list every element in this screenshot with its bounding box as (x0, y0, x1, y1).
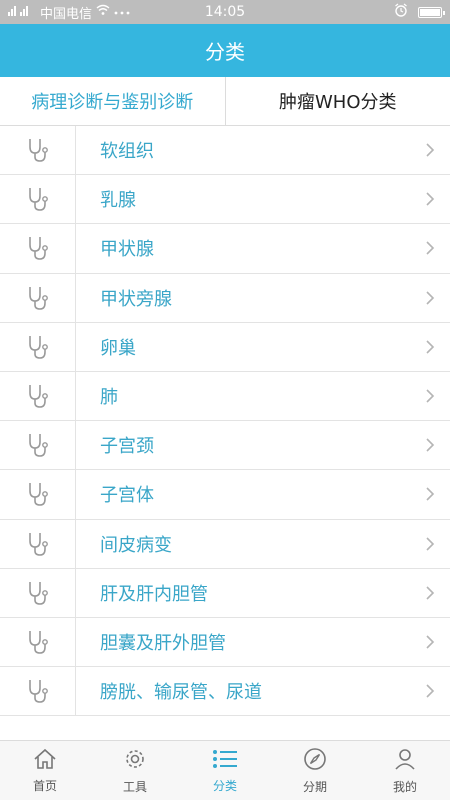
list-item[interactable]: 乳腺 (0, 175, 450, 225)
list-item-label: 子宫体 (100, 485, 154, 507)
list-item-label: 膀胱、输尿管、尿道 (100, 682, 262, 704)
list-item[interactable]: 膀胱、输尿管、尿道 (0, 667, 450, 717)
tab-pathology-diagnosis[interactable]: 病理诊断与鉴别诊断 (0, 77, 225, 125)
stethoscope-icon (0, 470, 76, 519)
stethoscope-icon (0, 519, 76, 568)
chevron-right-icon (410, 486, 450, 502)
list-item[interactable]: 肝及肝内胆管 (0, 568, 450, 618)
tab-label: 病理诊断与鉴别诊断 (31, 92, 194, 113)
status-left: 中国电信 (8, 3, 394, 22)
signal-icon (8, 4, 36, 20)
status-bar: 中国电信 14:05 (0, 0, 450, 24)
list-item[interactable]: 软组织 (0, 126, 450, 176)
list-item-label: 胆囊及肝外胆管 (100, 632, 226, 654)
list-item[interactable]: 甲状腺 (0, 224, 450, 274)
wifi-icon (96, 4, 110, 20)
nav-tools[interactable]: 工具 (90, 741, 180, 800)
stethoscope-icon (0, 322, 76, 371)
alarm-icon (394, 3, 408, 21)
compass-icon (303, 747, 327, 775)
chevron-right-icon (410, 585, 450, 601)
tab-label: 肿瘤WHO分类 (278, 92, 397, 113)
gear-icon (123, 747, 147, 775)
app-header: 分类 (0, 24, 450, 77)
stethoscope-icon (0, 126, 76, 175)
chevron-right-icon (410, 388, 450, 404)
chevron-right-icon (410, 191, 450, 207)
category-list[interactable]: 软组织乳腺甲状腺甲状旁腺卵巢肺子宫颈子宫体间皮病变肝及肝内胆管 胆囊及肝外胆管膀胱… (0, 126, 450, 740)
list-item-label: 肺 (100, 387, 118, 409)
chevron-right-icon (410, 536, 450, 552)
bottom-nav: 首页 工具 分类 分期 我的 (0, 740, 450, 800)
stethoscope-icon (0, 617, 76, 667)
list-item-label: 卵巢 (100, 337, 136, 359)
list-item-label: 子宫颈 (100, 436, 154, 458)
chevron-right-icon (410, 683, 450, 699)
chevron-right-icon (410, 634, 450, 650)
list-item-label: 软组织 (100, 141, 154, 163)
list-item-label: 间皮病变 (100, 534, 172, 556)
carrier-label: 中国电信 (40, 6, 93, 22)
nav-staging[interactable]: 分期 (270, 741, 360, 800)
stethoscope-icon (0, 568, 76, 617)
list-item[interactable]: 胆囊及肝外胆管 (0, 617, 450, 668)
stethoscope-icon (0, 224, 76, 273)
list-item[interactable]: 卵巢 (0, 322, 450, 372)
chevron-right-icon (410, 437, 450, 453)
nav-category[interactable]: 分类 (180, 741, 270, 800)
chevron-right-icon (410, 142, 450, 158)
list-item[interactable]: 间皮病变 (0, 519, 450, 569)
list-item[interactable]: 肺 (0, 371, 450, 422)
tab-who-classification[interactable]: 肿瘤WHO分类 (224, 77, 450, 125)
stethoscope-icon (0, 273, 76, 322)
stethoscope-icon (0, 421, 76, 470)
stethoscope-icon (0, 175, 76, 224)
list-item-label: 肝及肝内胆管 (100, 583, 208, 605)
category-tabs: 病理诊断与鉴别诊断 肿瘤WHO分类 (0, 77, 450, 126)
list-item-label: 甲状腺 (100, 239, 154, 261)
list-item[interactable]: 甲状旁腺 (0, 273, 450, 323)
nav-label: 我的 (392, 779, 417, 794)
chevron-right-icon (410, 240, 450, 256)
more-icon (114, 5, 130, 20)
home-icon (33, 748, 57, 774)
nav-label: 首页 (32, 778, 57, 793)
nav-label: 分类 (212, 778, 237, 793)
chevron-right-icon (410, 290, 450, 306)
nav-label: 分期 (302, 779, 327, 794)
list-item-label: 甲状旁腺 (100, 288, 172, 310)
stethoscope-icon (0, 667, 76, 716)
nav-label: 工具 (122, 779, 147, 794)
status-right (394, 3, 445, 21)
user-icon (393, 747, 417, 775)
nav-home[interactable]: 首页 (0, 741, 90, 800)
stethoscope-icon (0, 371, 76, 421)
chevron-right-icon (410, 339, 450, 355)
list-item[interactable]: 子宫体 (0, 470, 450, 520)
page-title: 分类 (205, 40, 245, 64)
battery-icon (418, 6, 445, 18)
list-item-label: 乳腺 (100, 190, 136, 212)
list-item[interactable]: 子宫颈 (0, 421, 450, 471)
nav-profile[interactable]: 我的 (360, 741, 450, 800)
list-icon (212, 748, 238, 774)
